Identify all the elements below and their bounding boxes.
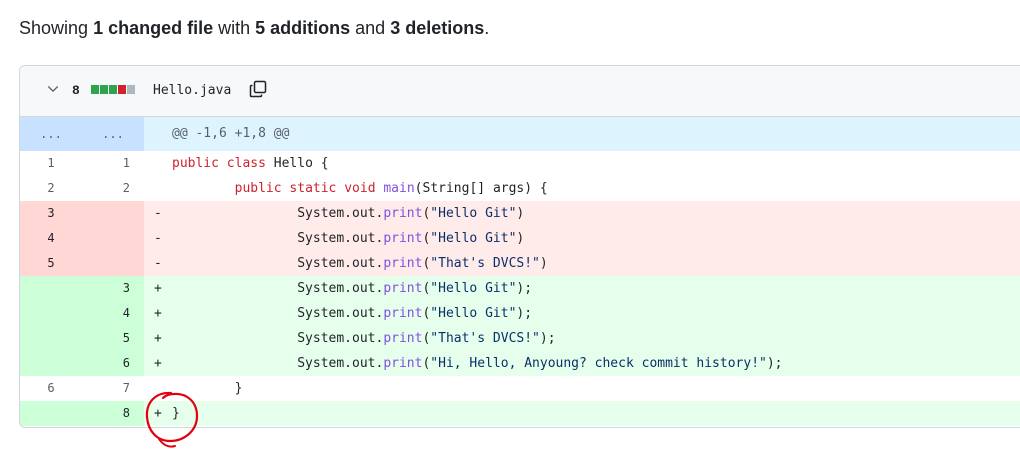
diff-row-deletion: 5 - System.out.print("That's DVCS!"): [20, 251, 1020, 276]
code-line: System.out.print("That's DVCS!"): [172, 256, 548, 271]
diff-row-addition: 5 + System.out.print("That's DVCS!");: [20, 326, 1020, 351]
diff-marker: -: [154, 206, 162, 221]
old-line-number[interactable]: [20, 301, 82, 326]
old-line-number[interactable]: 4: [20, 226, 82, 251]
code-line: }: [172, 381, 243, 396]
diff-table: ... ... @@ -1,6 +1,8 @@ 1 1 public class H…: [20, 117, 1020, 426]
diffstat-block: [127, 85, 135, 94]
diff-row-context: 22 public static void main(String[] args…: [20, 176, 1020, 201]
hunk-header: @@ -1,6 +1,8 @@: [172, 126, 290, 141]
diff-marker: +: [154, 406, 162, 421]
new-line-number[interactable]: 6: [82, 351, 144, 376]
summary-suffix: .: [484, 18, 490, 38]
diffstat-block: [91, 85, 99, 94]
new-line-number[interactable]: 3: [82, 276, 144, 301]
old-line-number[interactable]: 1: [20, 151, 82, 176]
new-line-number[interactable]: [82, 226, 144, 251]
diff-row-context: 1 1 public class Hello {: [20, 151, 1020, 176]
old-line-number[interactable]: 6: [20, 376, 82, 401]
new-line-number[interactable]: 5: [82, 326, 144, 351]
diff-marker: -: [154, 256, 162, 271]
new-line-number[interactable]: 7: [82, 376, 144, 401]
copy-icon[interactable]: [248, 79, 268, 99]
code-line: System.out.print("Hello Git");: [172, 281, 533, 296]
diff-marker: +: [154, 331, 162, 346]
summary-and: and: [350, 18, 391, 38]
old-line-number[interactable]: 5: [20, 251, 82, 276]
code-line: System.out.print("Hello Git");: [172, 306, 533, 321]
diff-marker: +: [154, 356, 162, 371]
summary-prefix: Showing: [19, 18, 94, 38]
old-line-number[interactable]: [20, 351, 82, 376]
diff-marker: -: [154, 231, 162, 246]
old-line-number[interactable]: [20, 401, 82, 426]
new-line-number[interactable]: [82, 251, 144, 276]
diff-marker: +: [154, 281, 162, 296]
diffstat-block: [118, 85, 126, 94]
file-header: 8 Hello.java: [20, 66, 1020, 117]
new-line-number[interactable]: 8: [82, 401, 144, 426]
diffstat-block: [109, 85, 117, 94]
additions-count: 5 additions: [255, 18, 351, 38]
diff-summary: Showing 1 changed file with 5 additions …: [19, 16, 489, 40]
old-line-number[interactable]: [20, 326, 82, 351]
diff-row-deletion: 3 - System.out.print("Hello Git"): [20, 201, 1020, 226]
diff-row-addition: 6 + System.out.print("Hi, Hello, Anyoung?…: [20, 351, 1020, 376]
code-line: System.out.print("Hello Git"): [172, 206, 525, 221]
old-line-number[interactable]: 2: [20, 176, 82, 201]
code-line: }: [172, 406, 180, 421]
diff-marker: +: [154, 306, 162, 321]
change-count: 8: [72, 83, 80, 98]
old-line-number[interactable]: [20, 276, 82, 301]
file-diff: 8 Hello.java ... ... @@ -1,6 +1,8 @@ 11 p…: [19, 65, 1020, 428]
diffstat-block: [100, 85, 108, 94]
old-line-number[interactable]: 3: [20, 201, 82, 226]
code-line: public static void main(String[] args) {: [234, 181, 548, 196]
diff-row-deletion: 4 - System.out.print("Hello Git"): [20, 226, 1020, 251]
diff-row-addition: 4 + System.out.print("Hello Git");: [20, 301, 1020, 326]
changed-files-count: 1 changed file: [93, 18, 214, 38]
new-line-number[interactable]: [82, 201, 144, 226]
hunk-header-row: ... ... @@ -1,6 +1,8 @@: [20, 117, 1020, 151]
chevron-down-icon[interactable]: [46, 82, 60, 96]
new-line-number[interactable]: 1: [82, 151, 144, 176]
hunk-old-expander[interactable]: ...: [20, 117, 82, 151]
code-line: public class Hello {: [172, 156, 329, 171]
code-line: System.out.print("That's DVCS!");: [172, 331, 556, 346]
diff-row-context: 67 }: [20, 376, 1020, 401]
diffstat-bar: [91, 85, 135, 94]
code-line: System.out.print("Hi, Hello, Anyoung? ch…: [172, 356, 783, 371]
new-line-number[interactable]: 2: [82, 176, 144, 201]
diff-row-addition: 8 +}: [20, 401, 1020, 426]
code-line: System.out.print("Hello Git"): [172, 231, 525, 246]
file-name-link[interactable]: Hello.java: [153, 83, 231, 98]
new-line-number[interactable]: 4: [82, 301, 144, 326]
deletions-count: 3 deletions: [390, 18, 485, 38]
summary-mid: with: [213, 18, 256, 38]
hunk-new-expander[interactable]: ...: [82, 117, 144, 151]
diff-row-addition: 3 + System.out.print("Hello Git");: [20, 276, 1020, 301]
